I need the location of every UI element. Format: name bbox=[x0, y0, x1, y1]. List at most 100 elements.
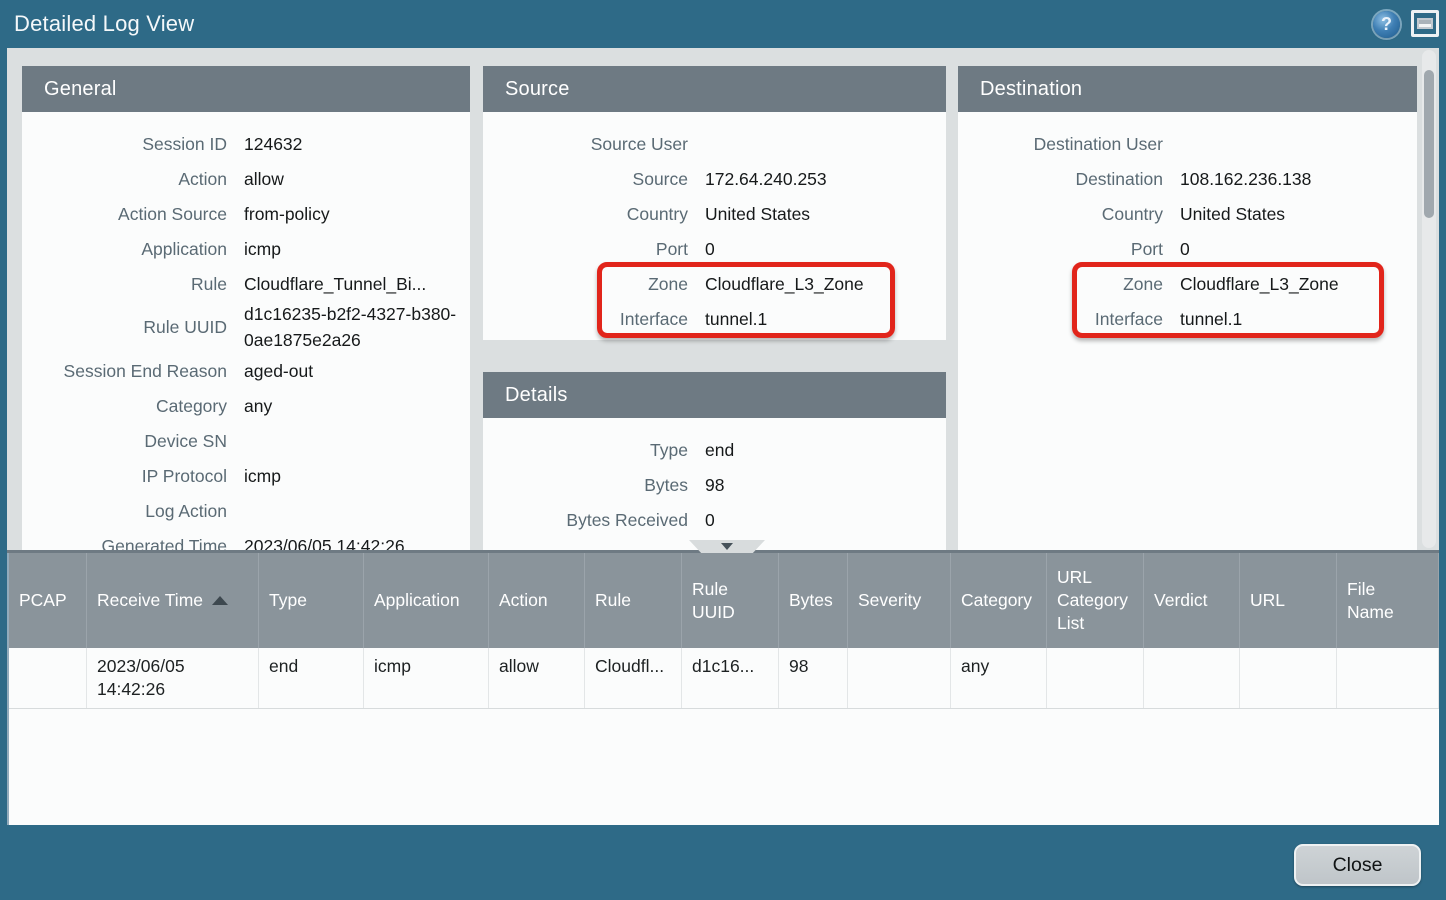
field-row-action: Actionallow bbox=[22, 161, 470, 196]
detail-panels-area: General Session ID124632 Actionallow Act… bbox=[7, 48, 1439, 550]
col-header-pcap[interactable]: PCAP bbox=[9, 553, 87, 648]
cell-receive-time: 2023/06/05 14:42:26 bbox=[87, 648, 259, 708]
field-row-source-user: Source User bbox=[483, 126, 946, 161]
field-label: Port bbox=[958, 236, 1163, 262]
cell-rule-uuid: d1c16... bbox=[682, 648, 779, 708]
window-restore-icon[interactable] bbox=[1411, 10, 1439, 37]
col-header-severity[interactable]: Severity bbox=[848, 553, 951, 648]
field-row-type: Typeend bbox=[483, 432, 946, 467]
field-row-source-country: CountryUnited States bbox=[483, 196, 946, 231]
dialog-footer: Close bbox=[0, 825, 1446, 900]
col-header-url[interactable]: URL bbox=[1240, 553, 1337, 648]
col-header-rule-uuid[interactable]: Rule UUID bbox=[682, 553, 779, 648]
field-row-category: Categoryany bbox=[22, 388, 470, 423]
col-header-url-category-list[interactable]: URL Category List bbox=[1047, 553, 1144, 648]
panel-source: Source Source User Source 172.64.240.253 … bbox=[483, 66, 946, 340]
field-row-bytes-received: Bytes Received 0 bbox=[483, 502, 946, 537]
field-label: Interface bbox=[483, 306, 688, 332]
field-row-destination-country: Country United States bbox=[958, 196, 1417, 231]
panel-destination: Destination Destination User Destination… bbox=[958, 66, 1417, 550]
chevron-down-icon bbox=[721, 543, 733, 550]
field-value: Cloudflare_L3_Zone bbox=[705, 271, 946, 297]
field-label: Action bbox=[22, 166, 227, 192]
field-value: Cloudflare_L3_Zone bbox=[1180, 271, 1417, 297]
col-header-label: URL Category List bbox=[1057, 566, 1133, 635]
field-value: 0 bbox=[705, 507, 946, 533]
field-row-bytes: Bytes98 bbox=[483, 467, 946, 502]
col-header-receive-time[interactable]: Receive Time bbox=[87, 553, 259, 648]
field-value: icmp bbox=[244, 463, 470, 489]
col-header-label: Category bbox=[961, 589, 1032, 612]
field-label: Destination User bbox=[958, 131, 1163, 157]
cell-type: end bbox=[259, 648, 364, 708]
field-row-source: Source 172.64.240.253 bbox=[483, 161, 946, 196]
cell-application: icmp bbox=[364, 648, 489, 708]
field-label: Source bbox=[483, 166, 688, 192]
field-value: 0 bbox=[1180, 236, 1417, 262]
col-header-label: PCAP bbox=[19, 589, 67, 612]
field-row-destination-user: Destination User bbox=[958, 126, 1417, 161]
field-label: Action Source bbox=[22, 201, 227, 227]
col-header-action[interactable]: Action bbox=[489, 553, 585, 648]
field-row-destination-interface: Interface tunnel.1 bbox=[958, 301, 1417, 336]
col-header-label: Severity bbox=[858, 589, 921, 612]
title-bar: Detailed Log View ? bbox=[0, 0, 1446, 48]
field-label: Generated Time bbox=[22, 533, 227, 551]
panel-general-header: General bbox=[22, 66, 470, 112]
panel-destination-body: Destination User Destination108.162.236.… bbox=[958, 112, 1417, 550]
col-header-label: Rule UUID bbox=[692, 578, 768, 624]
col-header-rule[interactable]: Rule bbox=[585, 553, 682, 648]
field-row-session-id: Session ID124632 bbox=[22, 126, 470, 161]
field-label: Source User bbox=[483, 131, 688, 157]
field-label: Bytes Received bbox=[483, 507, 688, 533]
help-icon[interactable]: ? bbox=[1373, 11, 1400, 38]
field-value: United States bbox=[1180, 201, 1417, 227]
field-label: Zone bbox=[958, 271, 1163, 297]
splitter-handle[interactable] bbox=[689, 540, 765, 553]
col-header-label: URL bbox=[1250, 589, 1285, 612]
field-row-destination-port: Port 0 bbox=[958, 231, 1417, 266]
panel-details: Details Typeend Bytes98 Bytes Received0 bbox=[483, 372, 946, 550]
field-row-session-end-reason: Session End Reasonaged-out bbox=[22, 353, 470, 388]
panel-source-header: Source bbox=[483, 66, 946, 112]
field-label: Bytes bbox=[483, 472, 688, 498]
panel-details-body: Typeend Bytes98 Bytes Received 0 bbox=[483, 418, 946, 550]
col-header-file-name[interactable]: File Name bbox=[1337, 553, 1439, 648]
field-value: icmp bbox=[244, 236, 470, 262]
field-row-source-interface: Interface tunnel.1 bbox=[483, 301, 946, 336]
field-label: Interface bbox=[958, 306, 1163, 332]
field-row-device-sn: Device SN bbox=[22, 423, 470, 458]
field-value: 172.64.240.253 bbox=[705, 166, 946, 192]
col-header-label: Rule bbox=[595, 589, 631, 612]
field-row-application: Application icmp bbox=[22, 231, 470, 266]
col-header-application[interactable]: Application bbox=[364, 553, 489, 648]
field-row-source-port: Port0 bbox=[483, 231, 946, 266]
dialog-title: Detailed Log View bbox=[14, 0, 194, 48]
field-row-ip-protocol: IP Protocolicmp bbox=[22, 458, 470, 493]
close-button[interactable]: Close bbox=[1294, 844, 1421, 886]
col-header-label: Action bbox=[499, 589, 548, 612]
field-label: Country bbox=[958, 201, 1163, 227]
field-value: United States bbox=[705, 201, 946, 227]
col-header-verdict[interactable]: Verdict bbox=[1144, 553, 1240, 648]
col-header-bytes[interactable]: Bytes bbox=[779, 553, 848, 648]
field-label: Rule bbox=[22, 271, 227, 297]
col-header-category[interactable]: Category bbox=[951, 553, 1047, 648]
log-table: PCAP Receive Time Type Application Actio… bbox=[7, 553, 1439, 825]
cell-url-category-list bbox=[1047, 648, 1144, 708]
col-header-type[interactable]: Type bbox=[259, 553, 364, 648]
field-value: tunnel.1 bbox=[1180, 306, 1417, 332]
col-header-label: Receive Time bbox=[97, 589, 203, 612]
cell-pcap bbox=[9, 648, 87, 708]
field-value: tunnel.1 bbox=[705, 306, 946, 332]
field-value: aged-out bbox=[244, 358, 470, 384]
field-label: Application bbox=[22, 236, 227, 262]
panel-source-body: Source User Source 172.64.240.253 Country… bbox=[483, 112, 946, 340]
field-value: end bbox=[705, 437, 946, 463]
vertical-scrollbar[interactable] bbox=[1422, 50, 1436, 548]
scrollbar-thumb[interactable] bbox=[1424, 70, 1434, 218]
field-label: Zone bbox=[483, 271, 688, 297]
field-value: from-policy bbox=[244, 201, 470, 227]
table-row[interactable]: 2023/06/05 14:42:26 end icmp allow Cloud… bbox=[9, 648, 1439, 709]
field-label: Session ID bbox=[22, 131, 227, 157]
